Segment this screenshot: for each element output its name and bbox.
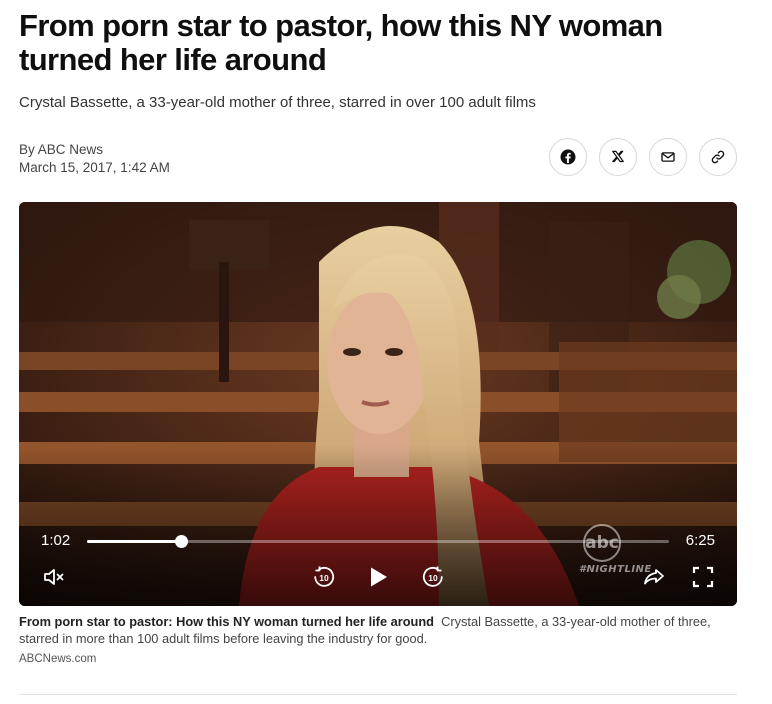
- duration: 6:25: [685, 532, 715, 549]
- progress-handle[interactable]: [174, 535, 188, 548]
- forward-seconds: 10: [428, 573, 438, 583]
- caption-title: From porn star to pastor: How this NY wo…: [19, 614, 434, 629]
- share-x-button[interactable]: [599, 138, 637, 176]
- copy-link-button[interactable]: [699, 138, 737, 176]
- x-icon: [612, 150, 624, 163]
- fullscreen-button[interactable]: [688, 562, 718, 592]
- share-toolbar: [549, 138, 737, 176]
- share-email-button[interactable]: [649, 138, 687, 176]
- section-divider: [19, 694, 737, 695]
- article-subheadline: Crystal Bassette, a 33-year-old mother o…: [19, 94, 536, 111]
- forward-10-icon: 10: [422, 566, 443, 587]
- video-player[interactable]: abc #NIGHTLINE 1:02 6:25 10 10: [19, 202, 737, 606]
- article-headline: From porn star to pastor, how this NY wo…: [19, 8, 663, 77]
- play-button[interactable]: [363, 562, 393, 592]
- byline-block: By ABC News March 15, 2017, 1:42 AM: [19, 141, 170, 177]
- share-facebook-button[interactable]: [549, 138, 587, 176]
- video-share-button[interactable]: [639, 562, 669, 592]
- facebook-icon: [560, 149, 576, 165]
- publish-date: March 15, 2017, 1:42 AM: [19, 160, 170, 175]
- rewind-10-button[interactable]: 10: [309, 562, 339, 592]
- video-controls: 1:02 6:25 10 10: [19, 202, 737, 606]
- fullscreen-icon: [692, 566, 714, 588]
- rewind-seconds: 10: [319, 573, 329, 583]
- caption-credit: ABCNews.com: [19, 653, 97, 665]
- progress-bar[interactable]: [87, 535, 669, 548]
- rewind-10-icon: 10: [314, 566, 335, 587]
- forward-10-button[interactable]: 10: [418, 562, 448, 592]
- email-icon: [661, 152, 675, 162]
- play-icon: [371, 567, 387, 587]
- volume-muted-icon: [44, 569, 64, 585]
- byline-author[interactable]: By ABC News: [19, 141, 170, 159]
- current-time: 1:02: [41, 532, 71, 549]
- share-arrow-icon: [644, 569, 664, 585]
- progress-fill: [87, 540, 181, 543]
- link-icon: [711, 150, 725, 164]
- mute-button[interactable]: [39, 562, 69, 592]
- video-caption: From porn star to pastor: How this NY wo…: [19, 613, 731, 647]
